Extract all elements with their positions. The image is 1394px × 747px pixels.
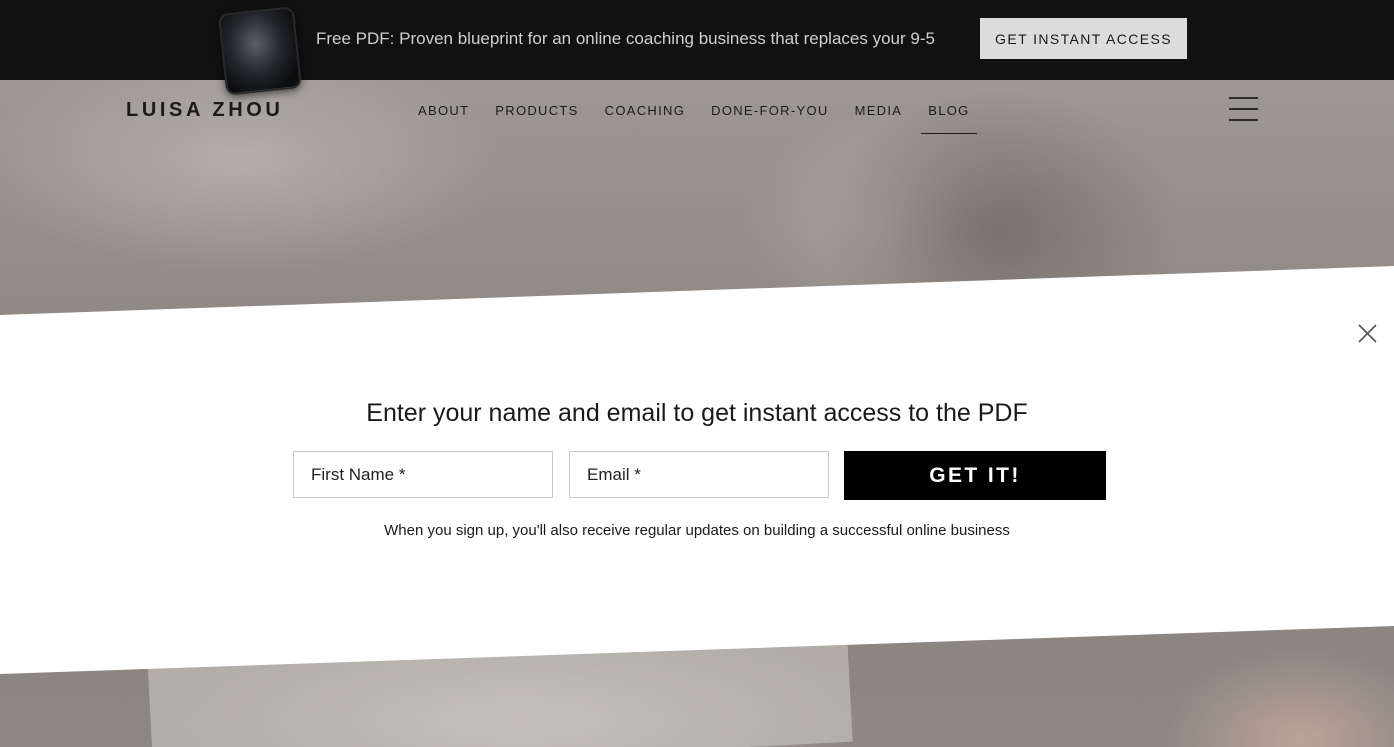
nav-item-about[interactable]: ABOUT bbox=[418, 103, 469, 118]
site-logo[interactable]: LUISA ZHOU bbox=[126, 99, 283, 122]
get-it-button[interactable]: GET IT! bbox=[844, 451, 1106, 500]
phone-image bbox=[217, 6, 303, 96]
optin-heading: Enter your name and email to get instant… bbox=[366, 399, 1028, 427]
email-field[interactable] bbox=[569, 451, 829, 498]
first-name-field[interactable] bbox=[293, 451, 553, 498]
nav-item-coaching[interactable]: COACHING bbox=[605, 103, 685, 118]
nav-item-media[interactable]: MEDIA bbox=[855, 103, 903, 118]
nav-item-blog[interactable]: BLOG bbox=[921, 103, 977, 134]
menu-icon[interactable] bbox=[1229, 97, 1258, 121]
nav-item-products[interactable]: PRODUCTS bbox=[495, 103, 578, 118]
promo-bar: Free PDF: Proven blueprint for an online… bbox=[0, 0, 1394, 96]
nav-item-done-for-you[interactable]: DONE-FOR-YOU bbox=[711, 103, 828, 118]
email-input[interactable] bbox=[585, 463, 828, 486]
close-icon[interactable] bbox=[1357, 323, 1378, 344]
optin-disclaimer: When you sign up, you'll also receive re… bbox=[384, 522, 1010, 539]
promo-text: Free PDF: Proven blueprint for an online… bbox=[316, 29, 935, 48]
main-nav: ABOUT PRODUCTS COACHING DONE-FOR-YOU MED… bbox=[418, 103, 996, 134]
get-instant-access-button[interactable]: GET INSTANT ACCESS bbox=[980, 18, 1187, 59]
first-name-input[interactable] bbox=[309, 463, 552, 486]
